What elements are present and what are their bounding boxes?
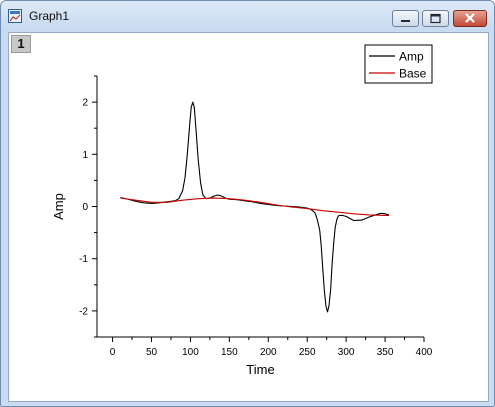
- layer-indicator[interactable]: 1: [11, 35, 31, 53]
- legend-label: Base: [399, 67, 427, 81]
- graph-window-icon: [8, 9, 22, 23]
- x-tick-label: 350: [377, 347, 394, 358]
- title-bar[interactable]: Graph1: [1, 1, 494, 31]
- legend-label: Amp: [399, 50, 424, 64]
- y-tick-label: 2: [82, 98, 88, 109]
- window-title: Graph1: [29, 9, 70, 23]
- graph-page[interactable]: 0 50 100 150 200 250 300 350 400 -2 -1 0 1 2 Time Amp Am…: [8, 32, 489, 402]
- x-tick-label: 400: [416, 347, 433, 358]
- x-tick-label: 50: [146, 347, 158, 358]
- x-tick-label: 300: [338, 347, 355, 358]
- series-line-amp: [120, 101, 390, 313]
- y-tick-label: -2: [79, 306, 88, 317]
- line-chart[interactable]: 0 50 100 150 200 250 300 350 400 -2 -1 0 1 2 Time Amp Am…: [9, 33, 488, 401]
- close-button[interactable]: [453, 10, 487, 27]
- x-tick-label: 200: [260, 347, 277, 358]
- minimize-icon: [401, 20, 410, 22]
- y-tick-label: 1: [82, 150, 88, 161]
- graph-window: Graph1 0 50 100 150 200 250 300 350 400 -2 -1 0 1 2 Ti…: [0, 0, 495, 407]
- close-icon: [465, 13, 475, 23]
- x-axis-title: Time: [246, 362, 274, 377]
- minimize-button[interactable]: [392, 10, 419, 27]
- x-tick-label: 250: [299, 347, 316, 358]
- y-tick-label: -1: [79, 254, 88, 265]
- y-tick-label: 0: [82, 202, 88, 213]
- maximize-button[interactable]: [422, 10, 449, 27]
- x-tick-label: 150: [221, 347, 238, 358]
- x-tick-label: 0: [110, 347, 116, 358]
- x-tick-label: 100: [182, 347, 199, 358]
- series-line-base: [120, 197, 389, 216]
- maximize-icon: [430, 13, 441, 24]
- y-axis-title: Amp: [51, 193, 66, 220]
